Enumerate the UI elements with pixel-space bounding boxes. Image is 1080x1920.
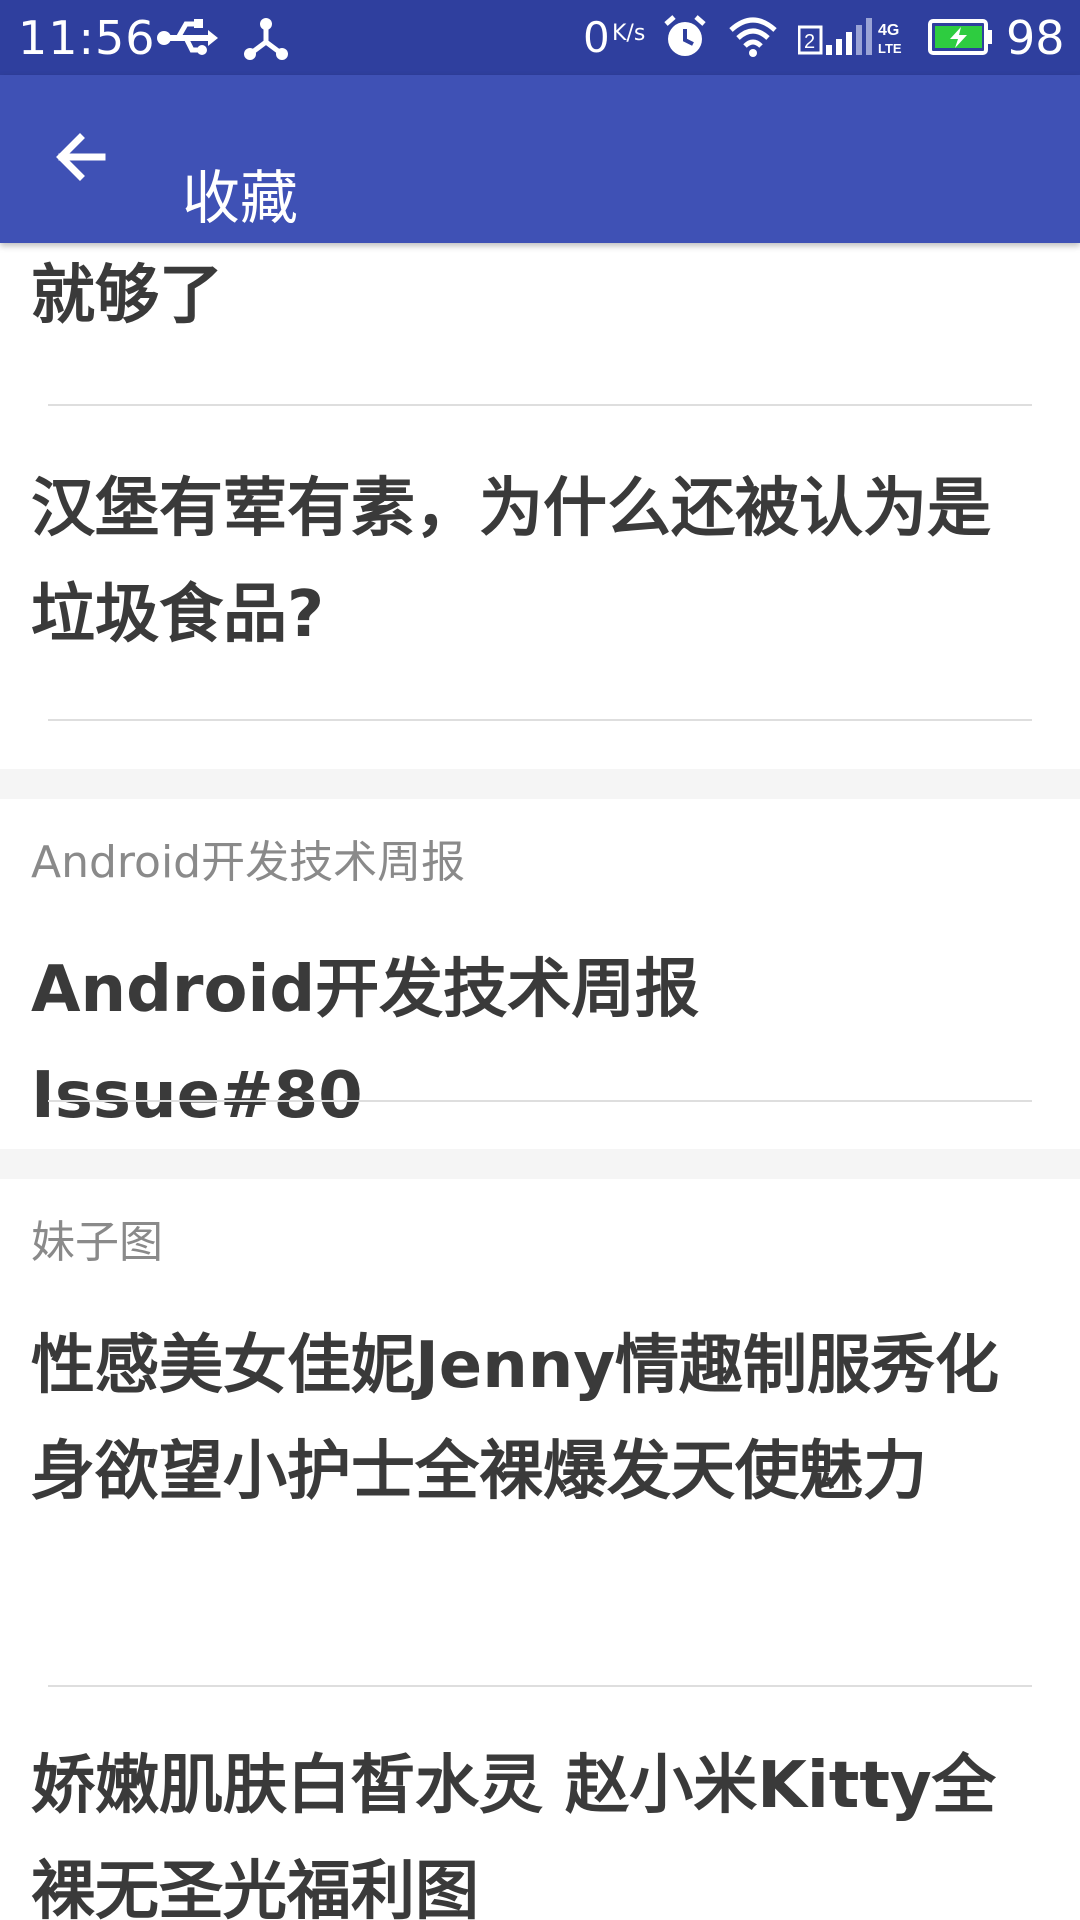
battery-level: 98 bbox=[1006, 11, 1065, 65]
divider bbox=[48, 404, 1032, 406]
back-button[interactable] bbox=[40, 119, 120, 199]
status-right-icons: 2 4G LTE bbox=[662, 14, 994, 64]
network-speed-unit: K/s bbox=[612, 21, 646, 46]
page-title: 收藏 bbox=[182, 163, 299, 232]
battery-charging-icon bbox=[928, 18, 994, 60]
signal-icon: 2 4G LTE bbox=[797, 15, 908, 63]
item-title: 就够了 bbox=[31, 259, 223, 333]
divider bbox=[48, 719, 1032, 721]
divider bbox=[48, 1685, 1032, 1687]
arrow-back-icon bbox=[52, 129, 108, 189]
item-title: Android开发技术周报 Issue#80 bbox=[31, 953, 700, 1133]
sim-slot-number: 2 bbox=[804, 31, 815, 53]
item-title: 汉堡有荤有素，为什么还被认为是垃圾食品? bbox=[31, 472, 991, 652]
item-title: 娇嫩肌肤白皙水灵 赵小米Kitty全裸无圣光福利图 bbox=[31, 1749, 996, 1920]
item-category: 妹子图 bbox=[31, 1217, 163, 1268]
item-category: Android开发技术周报 bbox=[31, 837, 466, 888]
svg-text:LTE: LTE bbox=[878, 41, 902, 56]
status-time: 11:56 bbox=[18, 11, 156, 65]
section-gap bbox=[0, 1149, 1080, 1179]
usb-icon bbox=[156, 14, 220, 66]
favorites-list[interactable]: 就够了 汉堡有荤有素，为什么还被认为是垃圾食品? Android开发技术周报 A… bbox=[0, 243, 1080, 1920]
item-title: 性感美女佳妮Jenny情趣制服秀化身欲望小护士全裸爆发天使魅力 bbox=[31, 1329, 1000, 1509]
share-icon bbox=[242, 14, 290, 66]
status-left-icons bbox=[156, 14, 290, 66]
wifi-icon bbox=[728, 16, 778, 62]
svg-text:4G: 4G bbox=[878, 22, 899, 39]
section-gap bbox=[0, 769, 1080, 799]
network-speed: 0 bbox=[583, 13, 610, 62]
app-bar: 收藏 bbox=[0, 75, 1080, 243]
alarm-icon bbox=[662, 14, 708, 64]
divider bbox=[48, 1100, 1032, 1102]
status-bar: 11:56 0 K/s 2 4G LTE 98 bbox=[0, 0, 1080, 75]
